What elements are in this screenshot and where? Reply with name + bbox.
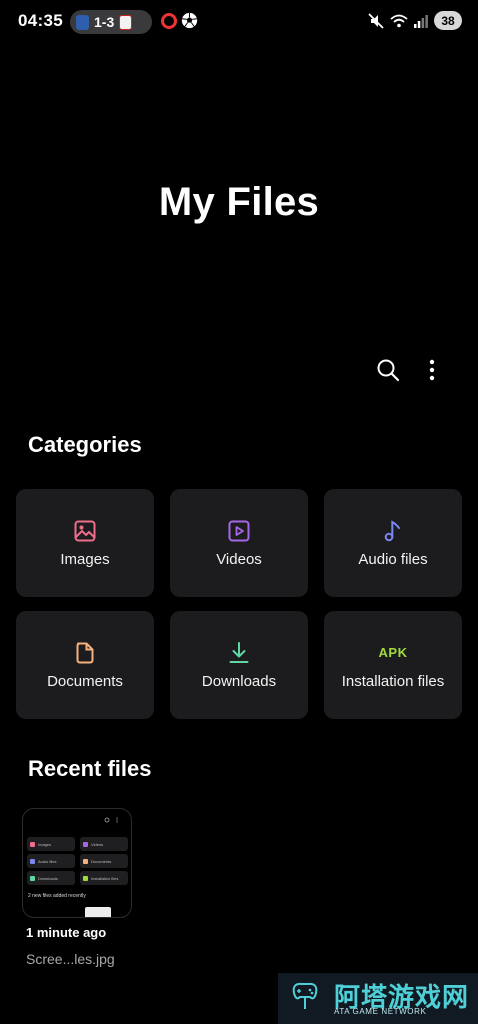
soccer-ball-icon xyxy=(181,12,198,29)
wifi-icon xyxy=(390,14,408,27)
more-options-button[interactable] xyxy=(414,352,450,388)
battery-level-badge: 38 xyxy=(434,11,462,30)
category-audio-files[interactable]: Audio files xyxy=(324,489,462,597)
category-label: Documents xyxy=(47,672,123,690)
category-label: Audio files xyxy=(358,550,428,568)
categories-heading: Categories xyxy=(28,432,142,457)
status-time: 04:35 xyxy=(18,11,63,30)
thumbnail-toolbar-icons xyxy=(104,817,118,823)
mute-icon xyxy=(368,12,384,29)
home-team-crest-icon xyxy=(76,14,89,30)
document-icon xyxy=(73,641,97,665)
category-label: Images xyxy=(60,550,110,568)
recent-file-thumbnail[interactable]: Images Videos Audio files Documents Down… xyxy=(22,808,132,918)
recent-file-time: 1 minute ago xyxy=(26,925,107,940)
category-label: Downloads xyxy=(201,672,277,690)
category-label: Installation files xyxy=(341,672,445,690)
thumbnail-tile: Videos xyxy=(80,837,128,851)
download-icon xyxy=(227,641,251,665)
away-team-crest-icon xyxy=(119,14,133,30)
gamepad-logo-icon xyxy=(292,982,318,1009)
status-bar: 04:35 1-3 38 xyxy=(0,0,478,44)
thumbnail-preview-block xyxy=(85,907,111,917)
music-note-icon xyxy=(381,519,405,543)
image-icon xyxy=(73,519,97,543)
category-documents[interactable]: Documents xyxy=(16,611,154,719)
recent-files-heading: Recent files xyxy=(28,756,152,781)
recent-file-name[interactable]: Scree...les.jpg xyxy=(26,951,115,967)
thumbnail-tile: Images xyxy=(27,837,75,851)
thumbnail-note: 2 new files added recently xyxy=(28,893,86,899)
status-icons: 38 xyxy=(368,11,462,30)
category-images[interactable]: Images xyxy=(16,489,154,597)
apk-icon-text: APK xyxy=(378,645,408,660)
live-score-pill[interactable]: 1-3 xyxy=(70,10,152,34)
notification-ring-icon xyxy=(161,13,177,29)
signal-icon xyxy=(414,14,428,28)
thumbnail-tile: Downloads xyxy=(27,871,75,885)
live-score: 1-3 xyxy=(94,14,115,30)
page-title: My Files xyxy=(158,180,320,224)
more-vertical-icon xyxy=(429,359,435,381)
thumbnail-tile: Audio files xyxy=(27,854,75,868)
video-icon xyxy=(227,519,251,543)
category-label: Videos xyxy=(216,550,262,568)
category-installation-files[interactable]: APK Installation files xyxy=(324,611,462,719)
search-icon xyxy=(377,359,400,382)
thumbnail-tile: Documents xyxy=(80,854,128,868)
category-videos[interactable]: Videos xyxy=(170,489,308,597)
watermark: 阿塔游戏网 ATA GAME NETWORK xyxy=(278,973,478,1024)
search-button[interactable] xyxy=(370,352,406,388)
category-downloads[interactable]: Downloads xyxy=(170,611,308,719)
thumbnail-tile: Installation files xyxy=(80,871,128,885)
watermark-english-text: ATA GAME NETWORK xyxy=(334,1007,427,1016)
apk-icon: APK xyxy=(378,641,408,665)
